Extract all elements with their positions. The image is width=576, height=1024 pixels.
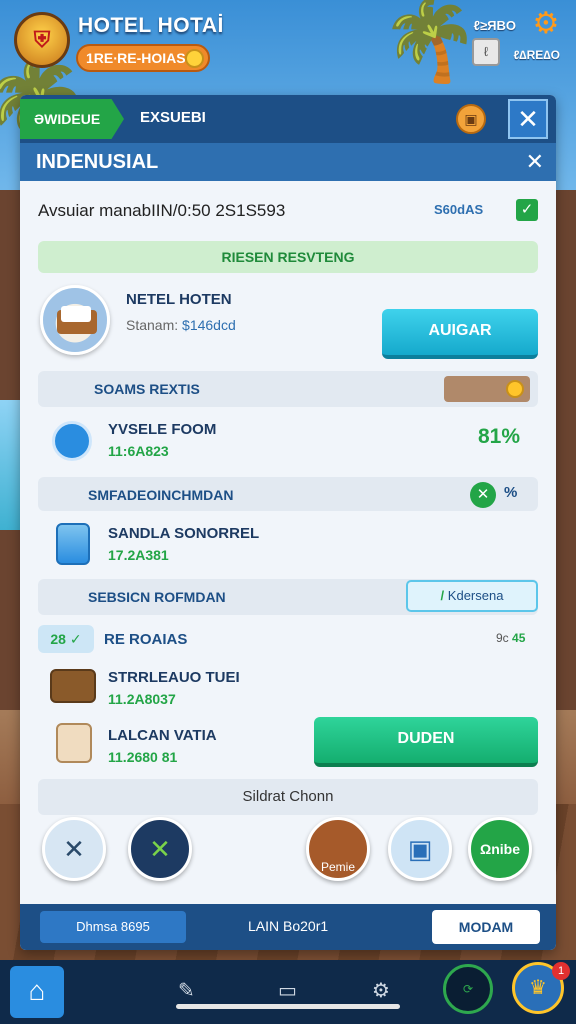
speed-gauge-icon[interactable]: ⟳ [443,964,493,1014]
top-hud: ⛨ HOTEL HOTAİ 1RE∙RE-HOIAS ℓ≥ЯВO ⚙ ℓ ℓ∆R… [0,0,576,88]
speed-label: ⟳ [462,982,474,996]
gear-icon[interactable]: ⚙ [530,8,562,40]
tools-icon[interactable]: ✕ [42,817,106,881]
item-title: STRRLEAUO TUEI [108,669,240,686]
count-right: 9c 45 [496,631,525,645]
home-icon[interactable]: ⌂ [10,966,64,1018]
room-bed-image [40,285,110,355]
info-line: Avsuiar manabIIN/0:50 2S1S593 [38,201,286,220]
hud-right-label: ℓ≥ЯВO [473,18,516,33]
cup-icon [56,523,90,565]
close-circle-icon[interactable]: ✕ [470,482,496,508]
status-bar: Sildrat Chonn [38,779,538,815]
confirm-button[interactable]: DUDEN [314,717,538,767]
tab-active-label: ƏWIDEUE [34,111,101,127]
section-pct: % [504,484,518,501]
item-sub: 11:6A823 [108,443,169,459]
chest-icon[interactable]: ▣ [456,104,486,134]
panel-subheader: INDENUSIAL ✕ [20,143,556,181]
item-title: YVSELE FOOM [108,421,217,438]
footer-right-button[interactable]: MODAM [432,910,540,944]
circle-label: Pemie [320,860,355,874]
count-chip: 28 ✓ [38,625,94,653]
go-button-icon[interactable]: Ωnibe [468,817,532,881]
notification-badge: 1 [552,962,570,980]
chip-prefix: / [440,588,445,603]
camera-button-icon[interactable]: Pemie [306,817,370,881]
footer-left-button[interactable]: Dhmsa 8695 [40,911,186,943]
section-bar-reservation: RIESEN RESVTENG [38,241,538,273]
home-indicator [176,1004,400,1009]
settings-icon[interactable]: ⚙ [372,978,390,1003]
sheet-icon [61,306,91,322]
chip-label: Kdersena [447,588,504,603]
section-title: SOAMS REXTIS [94,381,200,397]
tab-active[interactable]: ƏWIDEUE [20,99,124,139]
hotel-title: HOTEL HOTAİ [78,14,224,37]
coin-badge[interactable] [444,376,530,402]
clipboard-icon[interactable]: ▭ [278,978,297,1003]
tab-other[interactable]: EXSUEBI [140,109,206,126]
main-panel: ƏWIDEUE EXSUEBI ▣ ✕ INDENUSIAL ✕ Avsuiar… [20,95,556,950]
section-title: RIESEN RESVTENG [221,249,355,265]
subheader-title: INDENUSIAL [36,151,159,173]
room-price-label: Stanam: [126,317,179,333]
pen-icon[interactable]: ✎ [178,978,195,1003]
room-price-value: $146dcd [182,317,236,333]
chip-button[interactable]: / Kdersena [406,580,538,612]
upgrade-button[interactable]: AUIGAR [382,309,538,359]
checkbox-icon[interactable]: ✓ [516,199,538,221]
count-chip-value: 28 [50,631,66,647]
count-right-value: 45 [512,631,526,645]
room-name: NETEL HOTEN [126,291,232,308]
bucket-icon [56,723,92,763]
section-title: SMFADEOINCHMDAN [88,487,234,503]
section-title: SEBSICN ROFMDAN [88,589,226,605]
item-sub: 11.2680 81 [108,749,178,765]
subheader-close-icon[interactable]: ✕ [526,149,544,175]
item-value: 81% [478,425,521,448]
count-label: RE ROAIAS [104,631,188,648]
photo-icon[interactable]: ▣ [388,817,452,881]
footer-mid-label: LAIN Bo20r1 [248,918,329,934]
background-window [0,400,22,530]
circle-label: Ωnibe [479,841,520,857]
hotel-emblem-icon[interactable]: ⛨ [14,12,70,68]
currency-label: 1RE∙RE-HOIAS [86,50,186,66]
wrench-icon[interactable]: ✕ [128,817,192,881]
room-price: Stanam: $146dcd [126,317,236,333]
close-icon[interactable]: ✕ [508,99,548,139]
item-title: LALCAN VATIA [108,727,217,744]
panel-header: ƏWIDEUE EXSUEBI ▣ ✕ [20,95,556,143]
hud-right-sub: ℓ∆RE∆O [513,48,560,62]
section-bar-services: SMFADEOINCHMDAN [38,477,538,511]
target-icon [52,421,92,461]
furniture-icon [50,669,96,703]
coin-icon [185,49,204,68]
item-title: SANDLA SONORREL [108,525,260,542]
item-sub: 17.2A381 [108,547,169,563]
info-chip: S60dAS [434,202,484,217]
hud-box-button[interactable]: ℓ [472,38,500,66]
item-sub: 11.2A8037 [108,691,176,707]
coin-icon [506,380,524,398]
currency-pill[interactable]: 1RE∙RE-HOIAS [76,44,210,72]
count-right-label: 9c [496,631,509,645]
panel-footer: Dhmsa 8695 LAIN Bo20r1 MODAM [20,904,556,950]
